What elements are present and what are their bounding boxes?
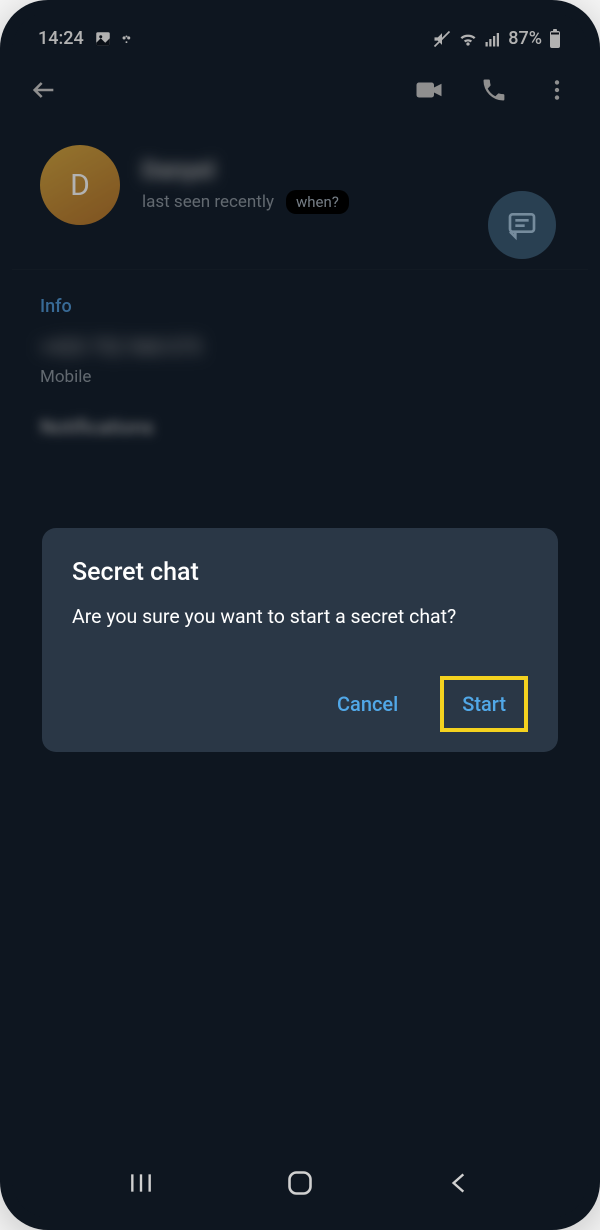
back-nav-button[interactable] bbox=[446, 1170, 472, 1196]
start-button[interactable]: Start bbox=[440, 676, 528, 732]
home-button[interactable] bbox=[286, 1169, 314, 1197]
secret-chat-dialog: Secret chat Are you sure you want to sta… bbox=[42, 528, 558, 752]
recents-button[interactable] bbox=[128, 1170, 154, 1196]
dialog-title: Secret chat bbox=[72, 558, 528, 587]
dialog-overlay: Secret chat Are you sure you want to sta… bbox=[12, 12, 588, 1218]
cancel-button[interactable]: Cancel bbox=[319, 680, 416, 728]
dialog-message: Are you sure you want to start a secret … bbox=[72, 603, 528, 630]
system-nav bbox=[12, 1158, 588, 1218]
